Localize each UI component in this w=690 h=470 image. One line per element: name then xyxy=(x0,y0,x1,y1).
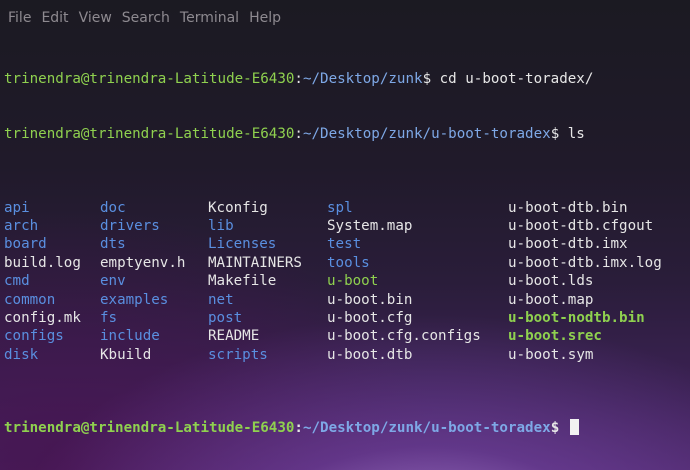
directory-entry: post xyxy=(208,309,243,326)
directory-entry: include xyxy=(100,328,160,345)
menu-help[interactable]: Help xyxy=(249,10,281,26)
file-entry: u-boot.sym xyxy=(508,346,594,363)
ls-row: common examples net u-boot.bin u-boot.map xyxy=(4,291,686,309)
ls-row: configs include README u-boot.cfg.configs u-… xyxy=(4,327,686,345)
menu-edit[interactable]: Edit xyxy=(41,10,68,26)
ls-row: cmd env Makefile u-boot u-boot.lds xyxy=(4,272,686,290)
file-entry: u-boot-nodtb.bin xyxy=(508,309,645,326)
active-prompt-line[interactable]: trinendra@trinendra-Latitude-E6430:~/Des… xyxy=(4,419,686,437)
directory-entry: board xyxy=(4,236,47,253)
directory-entry: spl xyxy=(327,199,353,216)
file-entry: README xyxy=(208,328,260,345)
file-entry: u-boot.bin xyxy=(327,291,413,308)
file-entry: u-boot.srec xyxy=(508,328,602,345)
menu-search[interactable]: Search xyxy=(122,10,170,26)
menu-bar: File Edit View Search Terminal Help xyxy=(0,0,690,36)
prompt-path: ~/Desktop/zunk/u-boot-toradex xyxy=(302,420,551,437)
directory-entry: lib xyxy=(208,218,234,235)
command-text: $ ls xyxy=(550,126,585,143)
prompt-user: trinendra@trinendra-Latitude-E6430 xyxy=(4,126,295,143)
file-entry: config.mk xyxy=(4,309,81,326)
ls-row: api doc Kconfig spl u-boot-dtb.bin xyxy=(4,199,686,217)
terminal-output[interactable]: trinendra@trinendra-Latitude-E6430:~/Des… xyxy=(4,33,686,456)
prompt-user: trinendra@trinendra-Latitude-E6430 xyxy=(4,70,295,87)
file-entry: emptyenv.h xyxy=(100,254,186,271)
ls-row: arch drivers lib System.map u-boot-dtb.cfgou… xyxy=(4,217,686,235)
file-entry: u-boot.lds xyxy=(508,273,594,290)
directory-entry: arch xyxy=(4,218,39,235)
prompt-separator: : xyxy=(294,126,303,143)
ls-listing: api doc Kconfig spl u-boot-dtb.bin arch driver… xyxy=(4,199,686,365)
command-text: $ xyxy=(550,420,568,437)
file-entry: u-boot.map xyxy=(508,291,594,308)
directory-entry: disk xyxy=(4,346,39,363)
command-line: trinendra@trinendra-Latitude-E6430:~/Des… xyxy=(4,125,686,143)
prompt-path: ~/Desktop/zunk xyxy=(302,70,423,87)
directory-entry: env xyxy=(100,273,126,290)
file-entry: System.map xyxy=(327,218,413,235)
command-text: $ cd u-boot-toradex/ xyxy=(422,70,594,87)
directory-entry: tools xyxy=(327,254,370,271)
ls-row: disk Kbuild scripts u-boot.dtb u-boot.sym xyxy=(4,346,686,364)
directory-entry: examples xyxy=(100,291,169,308)
file-entry: u-boot.cfg xyxy=(327,309,413,326)
file-entry: Kbuild xyxy=(100,346,152,363)
file-entry: u-boot.cfg.configs xyxy=(327,328,481,345)
file-entry: u-boot-dtb.cfgout xyxy=(508,218,654,235)
file-entry: u-boot.dtb xyxy=(327,346,413,363)
directory-entry: dts xyxy=(100,236,126,253)
directory-entry: test xyxy=(327,236,362,253)
prompt-path: ~/Desktop/zunk/u-boot-toradex xyxy=(302,126,551,143)
ls-row: config.mk fs post u-boot.cfg u-boot-nodtb.bi… xyxy=(4,309,686,327)
file-entry: Kconfig xyxy=(208,199,268,216)
directory-entry: api xyxy=(4,199,30,216)
text-cursor xyxy=(569,419,579,436)
file-entry: u-boot-dtb.imx.log xyxy=(508,254,662,271)
command-line: trinendra@trinendra-Latitude-E6430:~/Des… xyxy=(4,70,686,88)
prompt-separator: : xyxy=(294,420,303,437)
directory-entry: drivers xyxy=(100,218,160,235)
file-entry: MAINTAINERS xyxy=(208,254,302,271)
file-entry: build.log xyxy=(4,254,81,271)
prompt-separator: : xyxy=(294,70,303,87)
directory-entry: fs xyxy=(100,309,118,326)
file-entry: u-boot-dtb.bin xyxy=(508,199,628,216)
file-entry: u-boot xyxy=(327,273,379,290)
directory-entry: common xyxy=(4,291,56,308)
menu-view[interactable]: View xyxy=(79,10,112,26)
directory-entry: cmd xyxy=(4,273,30,290)
directory-entry: Licenses xyxy=(208,236,277,253)
directory-entry: net xyxy=(208,291,234,308)
file-entry: u-boot-dtb.imx xyxy=(508,236,628,253)
menu-terminal[interactable]: Terminal xyxy=(180,10,239,26)
ls-row: board dts Licenses test u-boot-dtb.imx xyxy=(4,235,686,253)
menu-file[interactable]: File xyxy=(8,10,31,26)
file-entry: Makefile xyxy=(208,273,277,290)
directory-entry: doc xyxy=(100,199,126,216)
ls-row: build.log emptyenv.h MAINTAINERS tools u-boo… xyxy=(4,254,686,272)
directory-entry: configs xyxy=(4,328,64,345)
directory-entry: scripts xyxy=(208,346,268,363)
prompt-user: trinendra@trinendra-Latitude-E6430 xyxy=(4,420,295,437)
